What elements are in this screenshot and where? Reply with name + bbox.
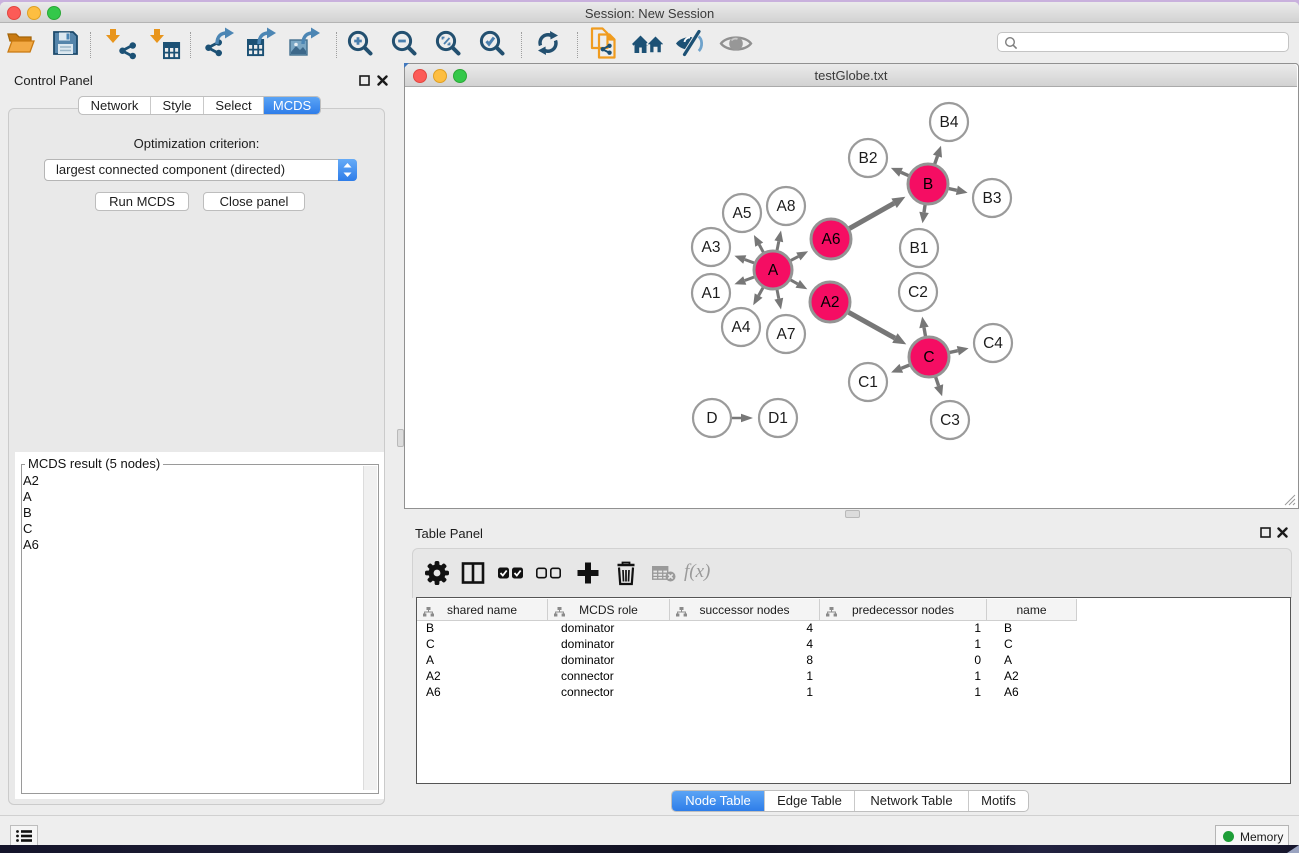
svg-text:A8: A8 [777, 198, 796, 215]
svg-text:B1: B1 [910, 240, 929, 257]
svg-text:C3: C3 [940, 412, 960, 429]
svg-text:B3: B3 [983, 190, 1002, 207]
svg-text:A4: A4 [732, 319, 751, 336]
svg-text:B4: B4 [940, 114, 959, 131]
svg-text:C4: C4 [983, 335, 1003, 352]
svg-text:A2: A2 [821, 294, 840, 311]
svg-text:C1: C1 [858, 374, 878, 391]
svg-text:B2: B2 [859, 150, 878, 167]
svg-text:C2: C2 [908, 284, 928, 301]
svg-text:A5: A5 [733, 205, 752, 222]
svg-text:A1: A1 [702, 285, 721, 302]
svg-text:A6: A6 [822, 231, 841, 248]
svg-text:D1: D1 [768, 410, 788, 427]
svg-text:A3: A3 [702, 239, 721, 256]
svg-text:C: C [923, 349, 934, 366]
svg-text:B: B [923, 176, 933, 193]
svg-text:A7: A7 [777, 326, 796, 343]
svg-text:D: D [706, 410, 717, 427]
svg-text:A: A [768, 262, 779, 279]
